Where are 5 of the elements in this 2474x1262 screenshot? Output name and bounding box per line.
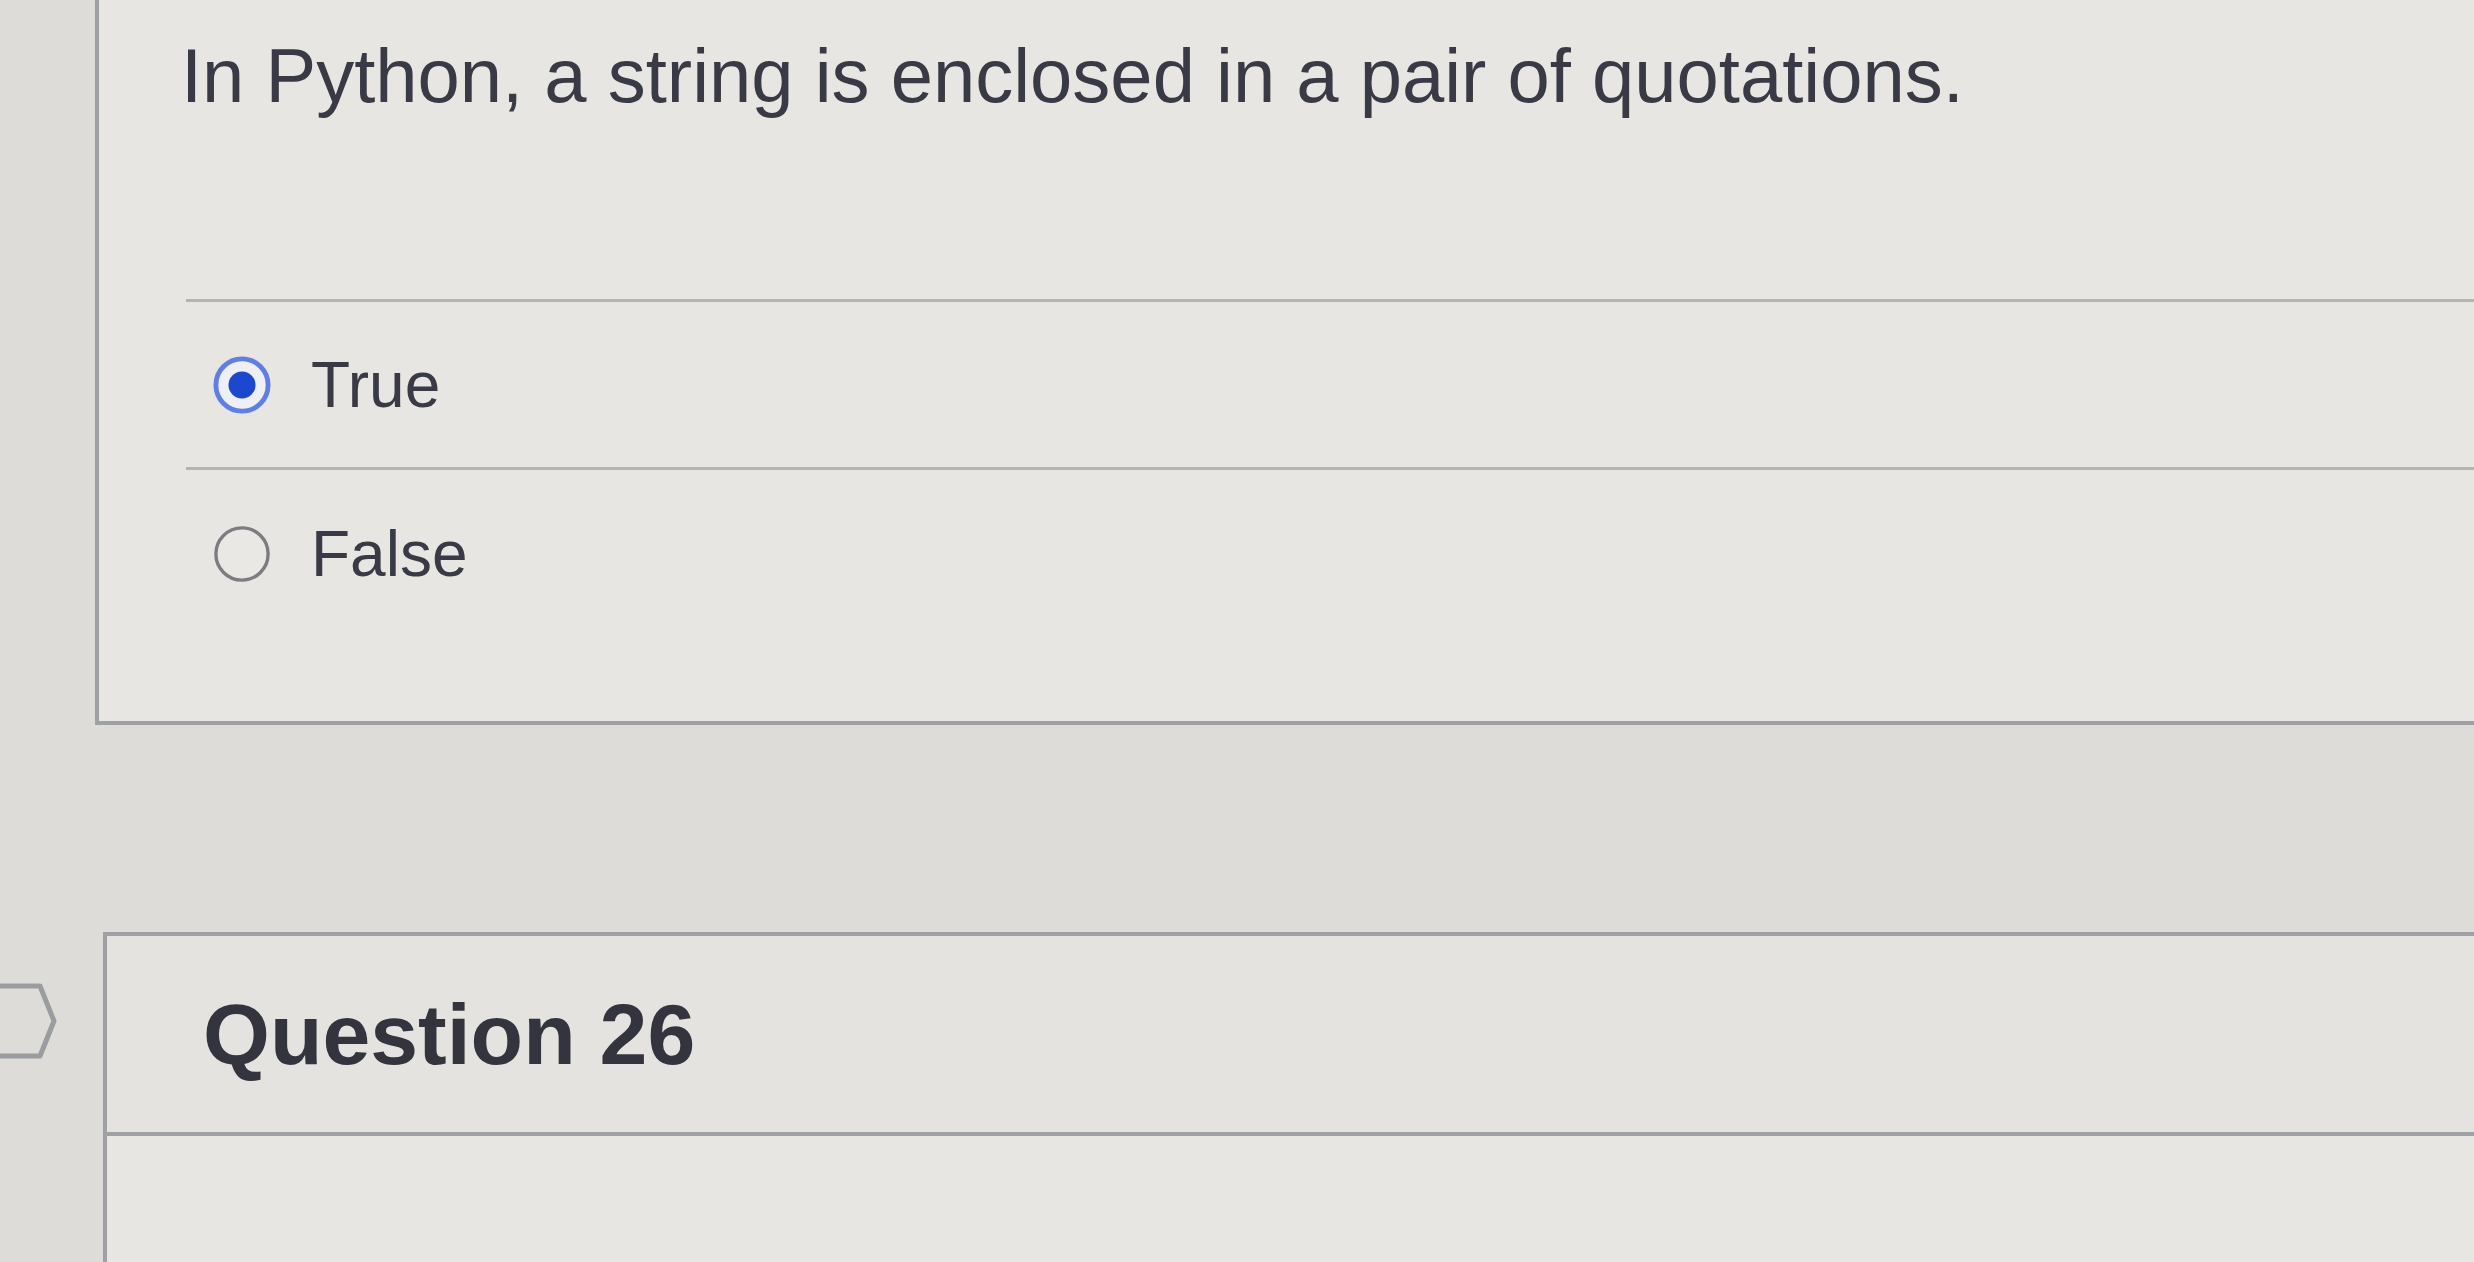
answer-label[interactable]: False [311,521,468,586]
answer-label[interactable]: True [311,352,441,417]
radio-button[interactable] [213,355,271,414]
flag-icon[interactable] [0,983,57,1059]
radio-button[interactable] [213,524,271,583]
